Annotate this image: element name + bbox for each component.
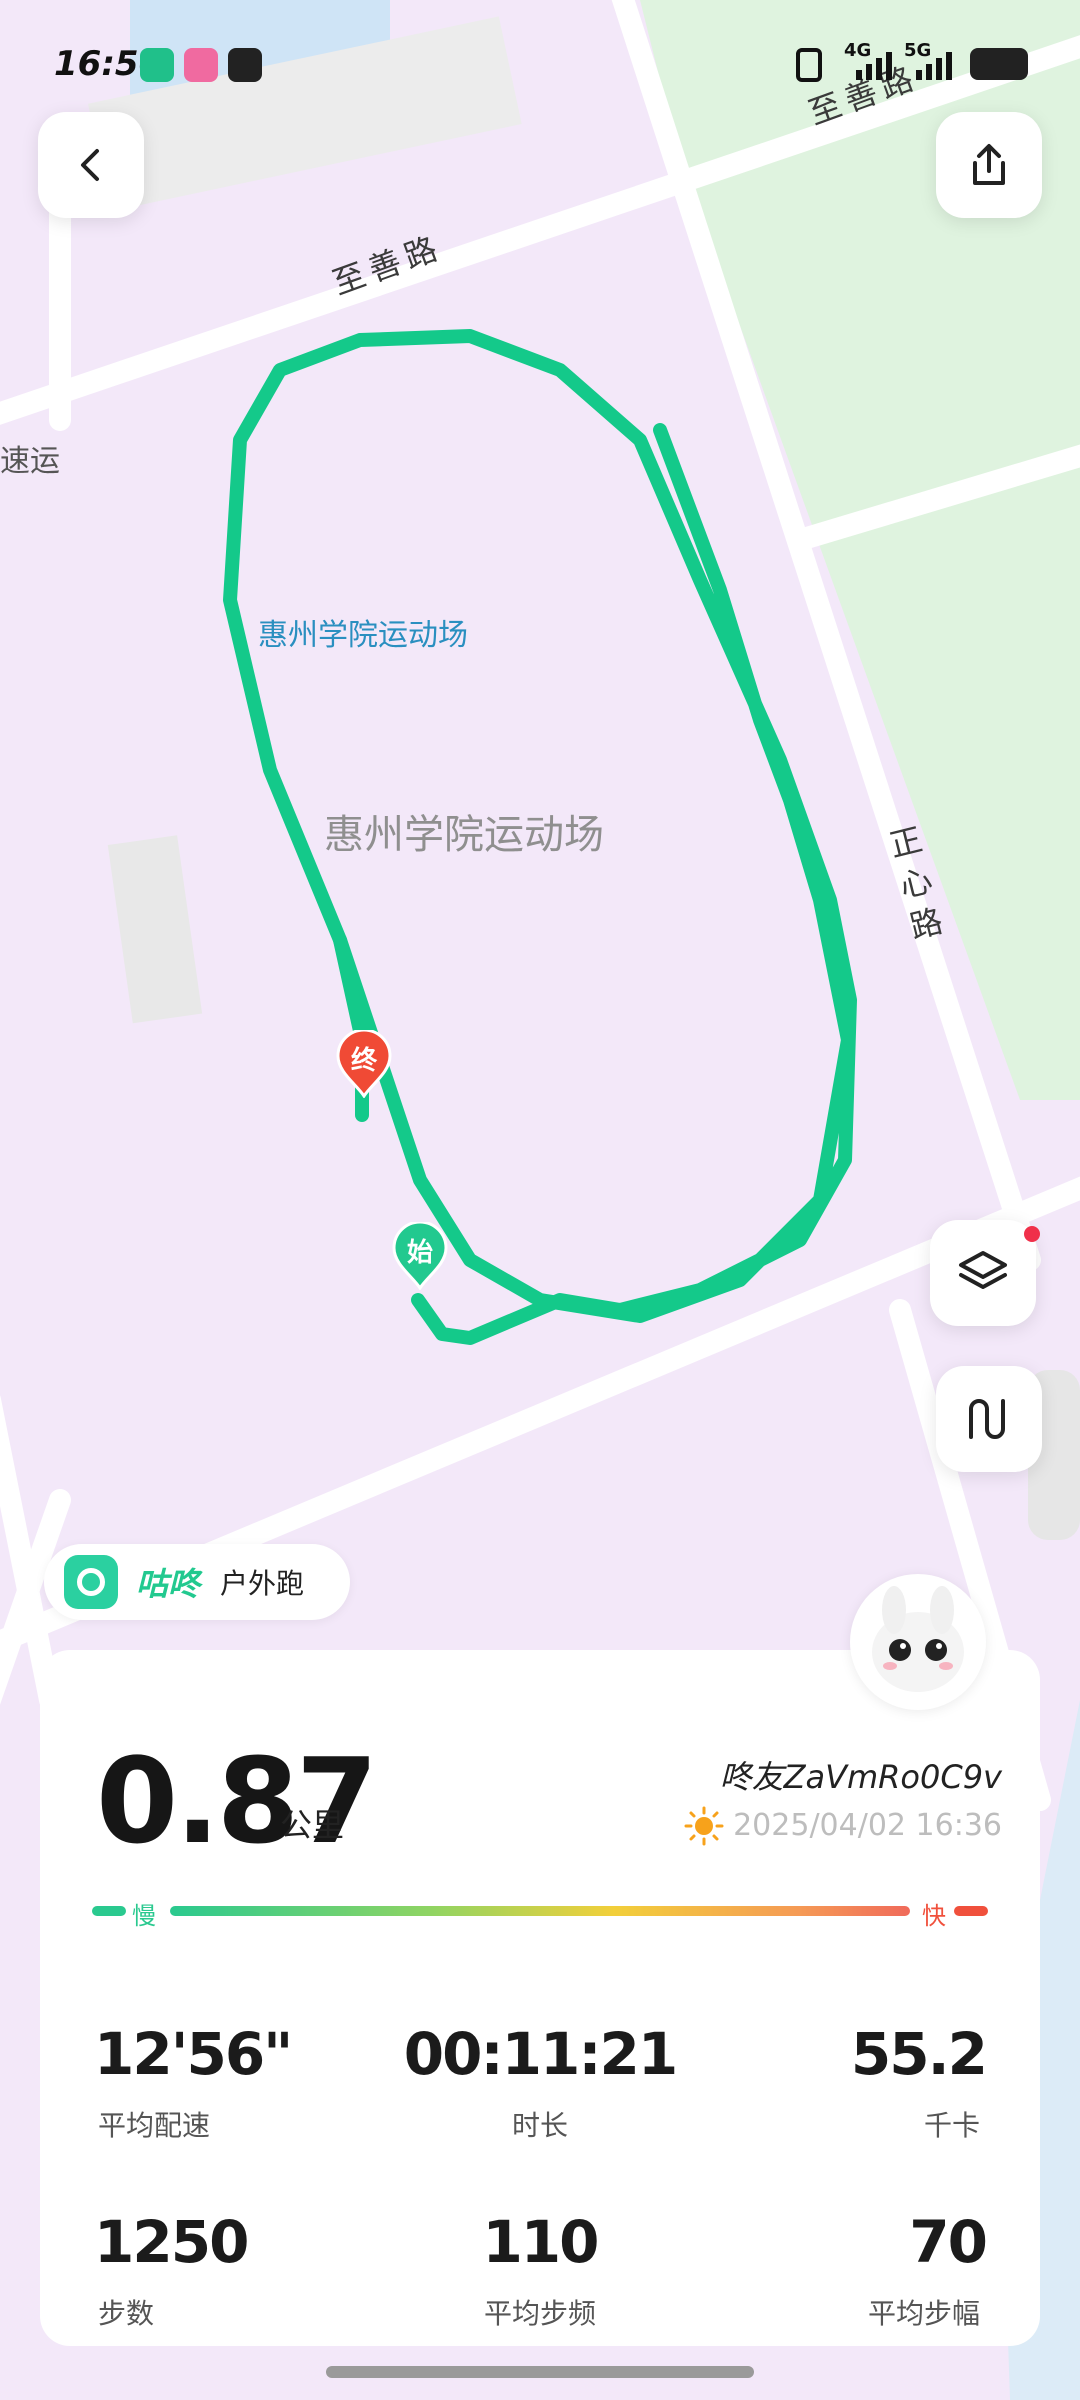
status-bar: 16:50 4G 5G [0, 0, 1080, 120]
chevron-left-icon [81, 149, 99, 181]
sun-icon [684, 1806, 724, 1846]
slow-pace-swatch [92, 1906, 126, 1916]
duration-label: 时长 [511, 2109, 568, 2142]
mascot-avatar[interactable] [850, 1574, 986, 1710]
workout-datetime: 2025/04/02 16:36 [733, 1808, 1002, 1843]
cadence-label: 平均步频 [483, 2297, 596, 2330]
share-icon [973, 144, 1005, 185]
pace-slow-label: 慢 [132, 1902, 156, 1930]
calories-value: 55.2 [850, 2020, 988, 2088]
distance-unit: 公里 [280, 1806, 345, 1844]
bilibili-app-icon [184, 48, 218, 82]
back-button[interactable] [38, 112, 144, 218]
user-name[interactable]: 咚友ZaVmRo0C9v [720, 1752, 1002, 1798]
brand-name: 咕咚 [136, 1565, 201, 1603]
activity-type: 户外跑 [220, 1567, 305, 1600]
layers-icon [959, 1251, 1007, 1289]
venue-label-large: 惠州学院运动场 [324, 812, 604, 858]
end-marker-label: 终 [350, 1046, 377, 1076]
avg-pace-label: 平均配速 [98, 2109, 211, 2142]
pace-gradient-bar [170, 1906, 910, 1916]
route-replay-button[interactable] [936, 1366, 1042, 1472]
home-indicator[interactable] [326, 2366, 754, 2378]
workout-summary-card: 0.87 公里 咚友ZaVmRo0C9v 2025/04/02 16:36 慢 … [40, 1650, 1040, 2346]
start-marker-label: 始 [406, 1238, 433, 1268]
end-marker[interactable]: 终 [336, 1028, 392, 1099]
battery-icon [970, 48, 1028, 80]
partial-map-label: 速运 [0, 444, 60, 479]
telegram-app-icon [228, 48, 262, 82]
app-brand-badge: 咕咚 户外跑 [44, 1544, 350, 1620]
start-marker[interactable]: 始 [392, 1220, 448, 1291]
pace-gradient-legend: 慢 快 [92, 1896, 988, 1930]
signal-bars-1-icon [856, 44, 892, 80]
stride-label: 平均步幅 [867, 2297, 980, 2330]
codoon-logo-icon [64, 1555, 118, 1609]
notification-dot [1024, 1226, 1040, 1242]
cadence-value: 110 [482, 2208, 599, 2276]
duration-value: 00:11:21 [403, 2020, 679, 2088]
codoon-app-icon [140, 48, 174, 82]
signal-bars-2-icon [916, 44, 952, 80]
layers-button[interactable] [930, 1220, 1040, 1326]
stride-value: 70 [909, 2208, 988, 2276]
venue-label-small: 惠州学院运动场 [258, 618, 468, 653]
vibrate-icon [796, 48, 822, 82]
avg-pace-value: 12'56" [94, 2020, 293, 2088]
fast-pace-swatch [954, 1906, 988, 1916]
pace-fast-label: 快 [922, 1902, 946, 1930]
steps-value: 1250 [94, 2208, 249, 2276]
share-button[interactable] [936, 112, 1042, 218]
route-icon [969, 1399, 1005, 1439]
steps-label: 步数 [98, 2297, 155, 2330]
calories-label: 千卡 [923, 2109, 980, 2142]
